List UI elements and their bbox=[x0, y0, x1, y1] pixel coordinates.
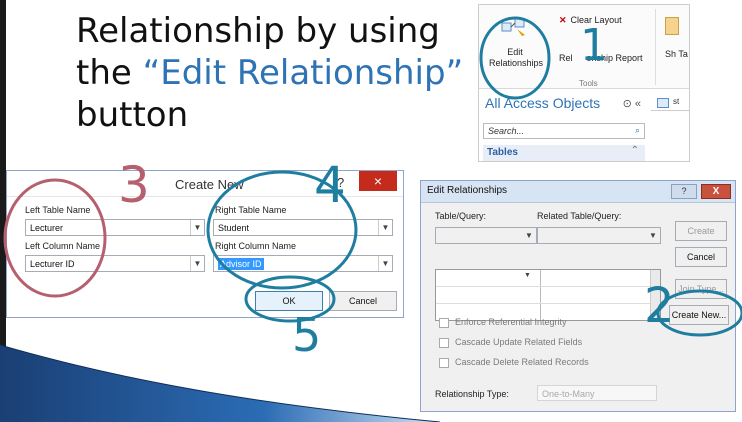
annotation-number-4: 4 bbox=[314, 156, 346, 214]
nav-search-placeholder: Search... bbox=[488, 126, 525, 136]
right-column-name-value: Advisor ID bbox=[218, 258, 264, 270]
cancel-button[interactable]: Cancel bbox=[329, 291, 397, 311]
grid-row-divider bbox=[436, 303, 652, 304]
help-button[interactable]: ? bbox=[671, 184, 697, 199]
left-column-name-combo[interactable]: Lecturer ID ▼ bbox=[25, 255, 205, 272]
enforce-referential-integrity-label: Enforce Referential Integrity bbox=[455, 317, 567, 327]
left-table-name-label: Left Table Name bbox=[25, 205, 91, 215]
annotation-number-1: 1 bbox=[580, 20, 608, 71]
create-button[interactable]: Create bbox=[675, 221, 727, 241]
close-button[interactable]: X bbox=[701, 184, 731, 199]
left-table-name-combo[interactable]: Lecturer ▼ bbox=[25, 219, 205, 236]
navigation-pane: All Access Objects ⊙ « Search... ⌕ Table… bbox=[479, 91, 649, 161]
chevron-down-icon[interactable]: ▼ bbox=[378, 256, 392, 271]
checkbox-box[interactable] bbox=[439, 317, 449, 328]
left-column-name-label: Left Column Name bbox=[25, 241, 101, 251]
left-table-name-value: Lecturer bbox=[30, 223, 64, 233]
relationship-type-label: Relationship Type: bbox=[435, 389, 509, 399]
right-table-name-label: Right Table Name bbox=[215, 205, 287, 215]
table-tab-icon bbox=[657, 98, 669, 108]
chevron-down-icon[interactable]: ▼ bbox=[378, 220, 392, 235]
close-x-icon: ✕ bbox=[559, 15, 567, 25]
cascade-update-label: Cascade Update Related Fields bbox=[455, 337, 583, 347]
chevron-down-icon[interactable]: ▼ bbox=[190, 220, 204, 235]
related-table-query-combo[interactable]: ▼ bbox=[537, 227, 661, 244]
table-query-label: Table/Query: bbox=[435, 211, 487, 221]
left-column-name-value: Lecturer ID bbox=[30, 259, 75, 269]
title-line-2-prefix: the bbox=[76, 53, 143, 93]
edit-relationships-button[interactable]: Edit Relationships bbox=[489, 47, 543, 69]
grid-row-divider bbox=[436, 286, 652, 287]
cascade-delete-checkbox[interactable]: Cascade Delete Related Records bbox=[439, 357, 589, 368]
tables-group-header[interactable]: Tables ⌃ bbox=[483, 145, 645, 161]
ribbon-separator bbox=[655, 9, 656, 85]
cancel-button[interactable]: Cancel bbox=[675, 247, 727, 267]
slide: Relationship by using the “Edit Relation… bbox=[0, 0, 742, 422]
edit-relationships-dialog: Edit Relationships ? X Table/Query: Rela… bbox=[420, 180, 736, 412]
table-query-combo[interactable]: ▼ bbox=[435, 227, 537, 244]
chevron-down-icon[interactable]: ▼ bbox=[524, 272, 531, 279]
show-table-icon[interactable] bbox=[665, 17, 679, 35]
chevron-down-icon[interactable]: ▼ bbox=[522, 228, 536, 243]
annotation-number-5: 5 bbox=[292, 308, 322, 362]
title-line-3: button bbox=[76, 95, 189, 135]
nav-search-input[interactable]: Search... ⌕ bbox=[483, 123, 645, 139]
tools-group-label: Tools bbox=[579, 79, 598, 88]
annotation-number-3: 3 bbox=[118, 156, 150, 214]
nav-pane-controls[interactable]: ⊙ « bbox=[623, 97, 641, 110]
tables-label: Tables bbox=[487, 147, 518, 158]
create-new-button[interactable]: Create New... bbox=[669, 305, 729, 325]
relationship-type-value: One-to-Many bbox=[537, 385, 657, 401]
title-highlight: “Edit Relationship” bbox=[142, 53, 464, 93]
cascade-update-checkbox[interactable]: Cascade Update Related Fields bbox=[439, 337, 582, 348]
close-button[interactable]: × bbox=[359, 171, 397, 191]
chevron-down-icon[interactable]: ▼ bbox=[646, 228, 660, 243]
related-table-query-label: Related Table/Query: bbox=[537, 211, 622, 221]
join-type-button[interactable]: Join Type... bbox=[675, 279, 727, 299]
create-new-title: Create New bbox=[175, 177, 244, 192]
field-mapping-grid[interactable]: ▼ bbox=[435, 269, 661, 321]
right-table-name-value: Student bbox=[218, 223, 250, 233]
right-column-name-label: Right Column Name bbox=[215, 241, 297, 251]
enforce-referential-integrity-checkbox[interactable]: Enforce Referential Integrity bbox=[439, 317, 567, 328]
magnifier-icon: ⌕ bbox=[634, 125, 640, 135]
right-table-name-combo[interactable]: Student ▼ bbox=[213, 219, 393, 236]
show-table-button[interactable]: Sh Ta bbox=[665, 49, 688, 60]
chevron-down-icon[interactable]: ▼ bbox=[190, 256, 204, 271]
checkbox-box[interactable] bbox=[439, 337, 449, 348]
table-tab-label[interactable]: st bbox=[673, 97, 679, 106]
nav-pane-title: All Access Objects bbox=[485, 95, 601, 111]
relationship-report-label-a: Rel bbox=[559, 53, 573, 63]
slide-title: Relationship by using the “Edit Relation… bbox=[76, 10, 476, 136]
checkbox-box[interactable] bbox=[439, 357, 449, 368]
grid-column-divider bbox=[540, 270, 541, 320]
collapse-chevron-icon: ⌃ bbox=[630, 145, 639, 156]
title-line-1: Relationship by using bbox=[76, 11, 440, 51]
annotation-number-2: 2 bbox=[644, 278, 675, 334]
title-line-2: the “Edit Relationship” bbox=[76, 52, 476, 94]
edit-relationships-icon[interactable] bbox=[501, 17, 527, 37]
nav-pane-header[interactable]: All Access Objects ⊙ « bbox=[479, 95, 649, 117]
cascade-delete-label: Cascade Delete Related Records bbox=[455, 357, 589, 367]
edit-relationships-title: Edit Relationships bbox=[427, 185, 508, 196]
right-column-name-combo[interactable]: Advisor ID ▼ bbox=[213, 255, 393, 272]
